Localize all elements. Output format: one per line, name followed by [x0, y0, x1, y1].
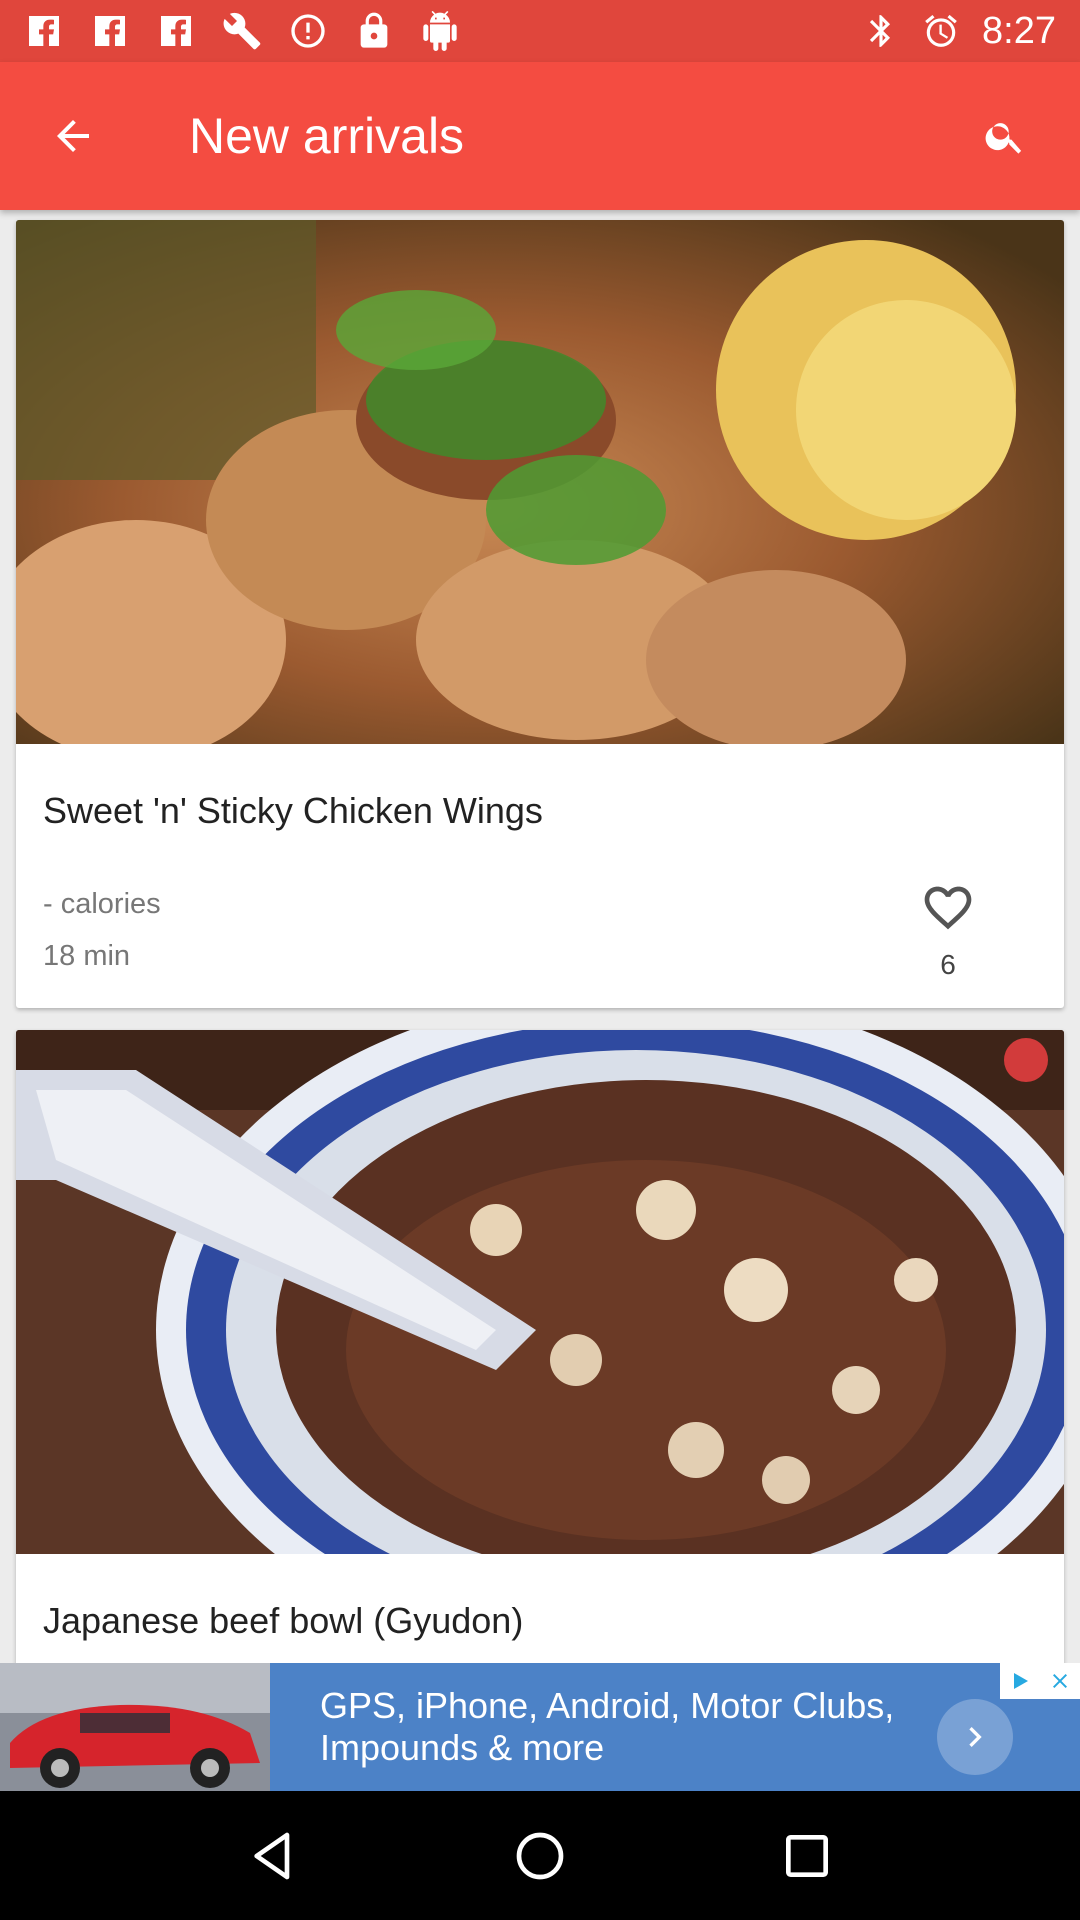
ad-car-image — [0, 1663, 270, 1791]
wrench-icon — [223, 12, 261, 50]
search-button[interactable] — [960, 91, 1050, 181]
facebook-icon — [161, 16, 191, 46]
chevron-right-icon — [969, 1727, 982, 1747]
ad-close-button[interactable] — [1040, 1663, 1080, 1699]
recipe-time: 18 min — [43, 940, 131, 972]
like-count: 6 — [940, 949, 956, 980]
recipe-image-gyudon[interactable] — [16, 1030, 1064, 1554]
close-icon — [1053, 1674, 1067, 1688]
recipe-title: Japanese beef bowl (Gyudon) — [43, 1600, 524, 1641]
lock-icon — [360, 12, 388, 48]
home-circle-icon — [516, 1832, 564, 1879]
nav-home-button[interactable] — [485, 1801, 595, 1911]
like-button[interactable]: 6 — [911, 884, 985, 981]
ad-badges — [1000, 1663, 1080, 1699]
heart-outline-icon — [924, 886, 972, 930]
recipe-image-chicken-wings[interactable] — [16, 220, 1064, 744]
alert-icon — [291, 14, 325, 48]
nav-back-button[interactable] — [218, 1801, 328, 1911]
facebook-icon — [95, 16, 125, 46]
recents-square-icon — [785, 1834, 828, 1877]
search-icon — [985, 123, 1022, 154]
system-nav-bar — [0, 1791, 1080, 1920]
recipe-calories: - calories — [43, 888, 161, 920]
system-status: 8:27 — [862, 10, 1056, 53]
page-title: New arrivals — [189, 108, 465, 164]
ad-choices-icon — [1014, 1673, 1028, 1689]
app-bar: New arrivals — [0, 62, 1080, 210]
recipe-title: Sweet 'n' Sticky Chicken Wings — [43, 790, 543, 831]
alarm-icon — [925, 14, 957, 47]
ad-next-button[interactable] — [937, 1699, 1013, 1775]
bluetooth-icon — [869, 15, 891, 47]
arrow-back-icon — [57, 120, 89, 152]
ad-choices-button[interactable] — [1000, 1663, 1040, 1699]
back-button[interactable] — [23, 86, 123, 186]
status-time: 8:27 — [982, 9, 1056, 52]
nav-recents-button[interactable] — [752, 1801, 862, 1911]
status-bar: 8:27 — [0, 0, 1080, 62]
android-icon — [423, 11, 457, 51]
notification-icons — [24, 11, 460, 51]
recipe-card[interactable]: Sweet 'n' Sticky Chicken Wings - calorie… — [16, 220, 1064, 1008]
back-triangle-icon — [254, 1832, 290, 1879]
ad-banner[interactable]: GPS, iPhone, Android, Motor Clubs, Impou… — [0, 1663, 1080, 1791]
facebook-icon — [29, 16, 59, 46]
ad-text: GPS, iPhone, Android, Motor Clubs, Impou… — [320, 1685, 895, 1768]
recipe-card[interactable]: Japanese beef bowl (Gyudon) — [16, 1030, 1064, 1670]
